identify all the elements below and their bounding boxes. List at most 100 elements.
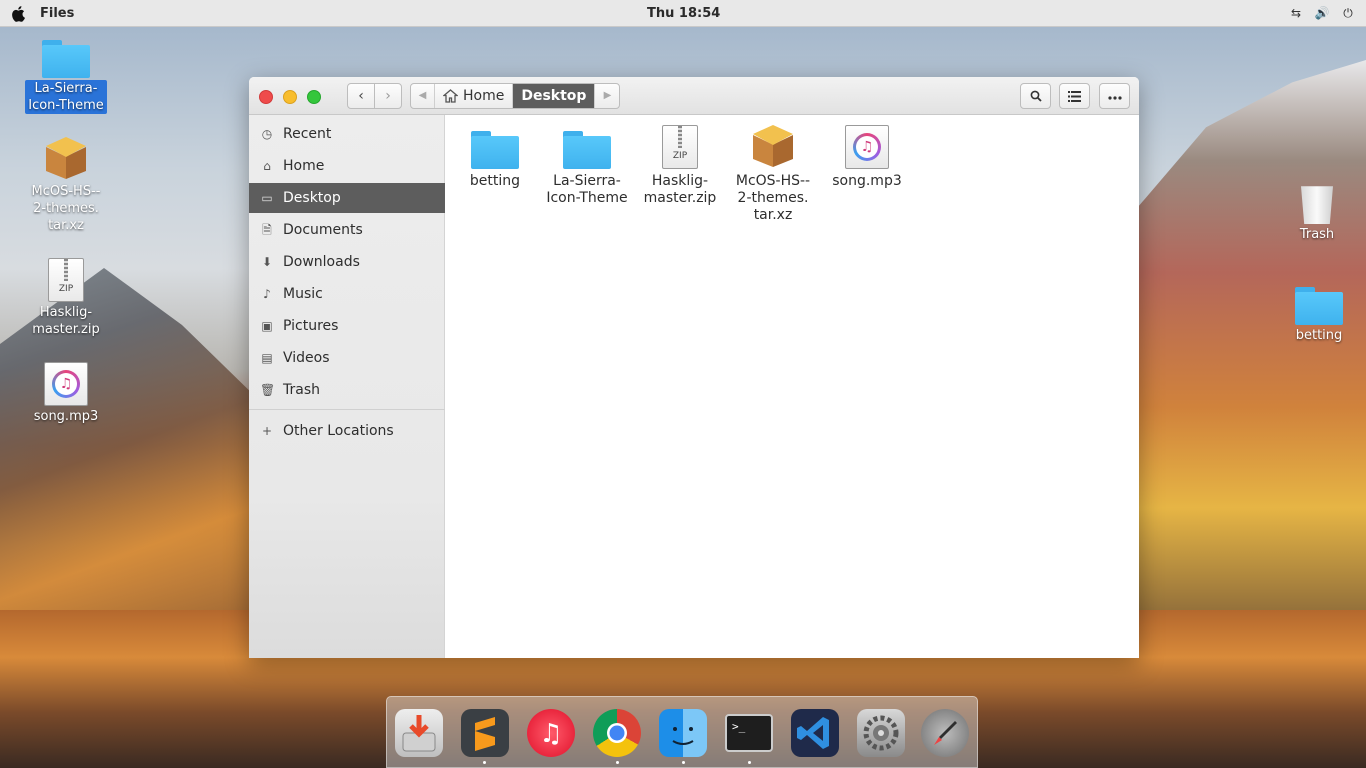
search-button[interactable] [1020, 83, 1051, 109]
file-item-la-sierra[interactable]: La-Sierra- Icon-Theme [542, 123, 632, 207]
sidebar-item-other-locations[interactable]: + Other Locations [249, 416, 445, 446]
breadcrumb-left-arrow-icon[interactable]: ◀ [411, 84, 435, 108]
folder-icon [42, 40, 90, 78]
zip-icon: ZIP [48, 258, 84, 302]
desktop-icon-hasklig[interactable]: ZIP Hasklig-master.zip [23, 258, 109, 338]
sidebar-item-recent[interactable]: ◷ Recent [249, 119, 445, 149]
folder-icon [563, 131, 611, 169]
finder-icon[interactable] [659, 709, 707, 757]
sidebar-item-label: Desktop [283, 190, 341, 206]
header-bar: ‹ › ◀ Home Desktop ▶ [249, 77, 1139, 115]
desktop-icon-mcos-themes[interactable]: McOS-HS-- 2-themes. tar.xz [23, 137, 109, 234]
terminal-prompt: >_ [732, 720, 746, 733]
sidebar-item-label: Videos [283, 350, 330, 366]
trash-icon [1301, 186, 1333, 224]
volume-icon[interactable]: 🔊 [1314, 5, 1330, 21]
more-icon [1107, 96, 1122, 100]
close-window-button[interactable] [259, 90, 273, 104]
sidebar-item-downloads[interactable]: ⬇ Downloads [249, 247, 445, 277]
music-file-icon [845, 125, 889, 169]
sidebar-item-label: Pictures [283, 318, 339, 334]
package-icon [750, 125, 796, 169]
system-tray: ⇆ 🔊 ⏻ [1288, 5, 1356, 21]
desktop-icon-song[interactable]: song.mp3 [23, 362, 109, 425]
music-icon: ♪ [263, 287, 271, 301]
file-name: tar.xz [753, 207, 793, 223]
breadcrumb-right-arrow-icon[interactable]: ▶ [595, 84, 619, 108]
sidebar-item-label: Music [283, 286, 323, 302]
file-view[interactable]: betting La-Sierra- Icon-Theme ZIP Haskli… [446, 115, 1139, 658]
home-icon [443, 89, 458, 103]
folder-icon [1295, 287, 1343, 325]
desktop-icon-la-sierra[interactable]: La-Sierra- Icon-Theme [23, 40, 109, 114]
menu-button[interactable] [1099, 83, 1130, 109]
sidebar-item-trash[interactable]: 🗑 Trash [249, 375, 445, 405]
sidebar-item-label: Trash [283, 382, 320, 398]
camera-icon: ▣ [261, 319, 273, 333]
sidebar-item-pictures[interactable]: ▣ Pictures [249, 311, 445, 341]
music-file-icon [44, 362, 88, 406]
sidebar-item-label: Downloads [283, 254, 360, 270]
minimize-window-button[interactable] [283, 90, 297, 104]
sidebar-item-home[interactable]: ⌂ Home [249, 151, 445, 181]
sidebar-item-label: Other Locations [283, 423, 394, 439]
sidebar-item-label: Documents [283, 222, 363, 238]
home-icon: ⌂ [263, 159, 271, 173]
sidebar-item-label: Home [283, 158, 325, 174]
desktop-icon-label: La-Sierra- [34, 81, 98, 96]
desktop-icon-label: master.zip [32, 322, 100, 337]
desktop-icon: ▭ [261, 191, 273, 205]
running-indicator [616, 761, 619, 764]
file-name: Icon-Theme [546, 190, 628, 206]
file-item-hasklig[interactable]: ZIP Hasklig- master.zip [635, 123, 725, 207]
sublime-text-icon[interactable] [461, 709, 509, 757]
breadcrumb-label: Home [463, 88, 505, 104]
desktop-icon-betting[interactable]: betting [1276, 287, 1362, 344]
desktop-icon-trash[interactable]: Trash [1274, 182, 1360, 243]
desktop-icon-label: Icon-Theme [28, 98, 104, 113]
vscode-icon[interactable] [791, 709, 839, 757]
file-name: McOS-HS-- [735, 173, 811, 189]
maximize-window-button[interactable] [307, 90, 321, 104]
file-item-song[interactable]: song.mp3 [822, 123, 912, 190]
desktop-icon-label: Trash [1299, 227, 1335, 242]
desktop-icon-label: 2-themes. [33, 201, 99, 216]
sidebar-item-documents[interactable]: 🗎 Documents [249, 215, 445, 245]
file-name: La-Sierra- [553, 173, 621, 189]
trash-icon: 🗑 [260, 383, 276, 397]
back-button[interactable]: ‹ [347, 83, 375, 109]
plus-icon: + [261, 424, 273, 438]
terminal-icon[interactable]: >_ [725, 714, 773, 752]
svg-text:♫: ♫ [539, 719, 562, 749]
sidebar-item-music[interactable]: ♪ Music [249, 279, 445, 309]
sidebar-item-desktop[interactable]: ▭ Desktop [249, 183, 445, 213]
chrome-icon[interactable] [593, 709, 641, 757]
sidebar-divider [249, 409, 445, 410]
breadcrumb-home[interactable]: Home [435, 84, 514, 108]
dock: ♫ >_ [386, 696, 978, 768]
sidebar-item-videos[interactable]: ▤ Videos [249, 343, 445, 373]
network-icon[interactable]: ⇆ [1288, 5, 1304, 21]
clock[interactable]: Thu 18:54 [647, 6, 720, 21]
desktop-icon-label: betting [1295, 328, 1343, 343]
file-item-betting[interactable]: betting [450, 123, 540, 190]
system-settings-icon[interactable] [857, 709, 905, 757]
file-name: song.mp3 [832, 173, 902, 189]
launchpad-icon[interactable] [921, 709, 969, 757]
desktop-icon-label: song.mp3 [33, 409, 99, 424]
app-menu-title[interactable]: Files [40, 6, 74, 21]
search-icon [1030, 90, 1042, 102]
breadcrumb-desktop[interactable]: Desktop [513, 84, 596, 108]
apple-menu-icon[interactable] [11, 5, 27, 22]
file-name: master.zip [643, 190, 717, 206]
music-player-icon[interactable]: ♫ [527, 709, 575, 757]
list-view-button[interactable] [1059, 83, 1090, 109]
installer-icon[interactable] [395, 709, 443, 757]
desktop-icon-label: Hasklig- [39, 305, 93, 320]
power-icon[interactable]: ⏻ [1340, 5, 1356, 21]
running-indicator [748, 761, 751, 764]
forward-button[interactable]: › [374, 83, 402, 109]
file-item-mcos-themes[interactable]: McOS-HS-- 2-themes. tar.xz [728, 123, 818, 224]
top-panel: Files Thu 18:54 ⇆ 🔊 ⏻ [0, 0, 1366, 27]
list-icon [1068, 91, 1081, 102]
